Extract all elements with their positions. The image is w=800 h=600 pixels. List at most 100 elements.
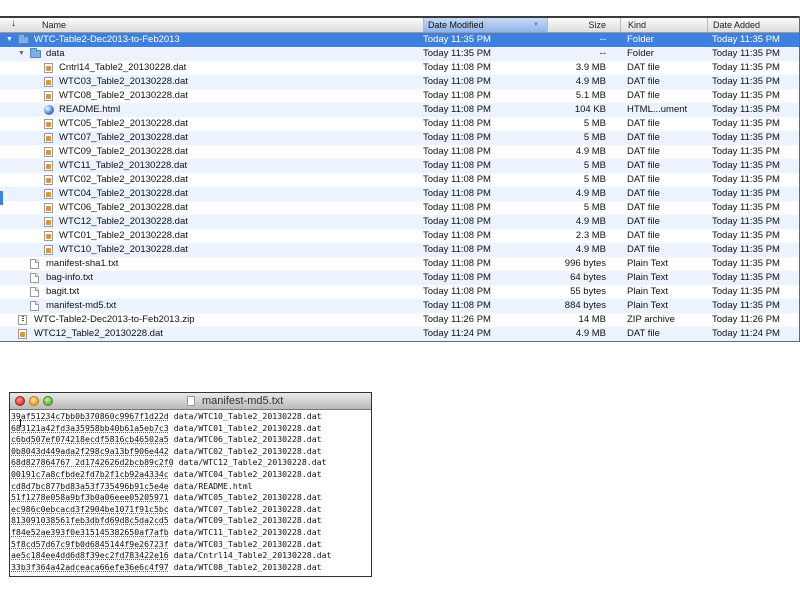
file-name: WTC10_Table2_20130228.dat	[59, 244, 188, 255]
file-row[interactable]: WTC01_Table2_20130228.dat Today 11:08 PM 2…	[0, 229, 800, 243]
close-window-button[interactable]	[15, 396, 25, 406]
file-path: data/WTC01_Table2_20130228.dat	[173, 422, 322, 433]
text-line: 0b8043d449ada2f298c9a13bf906e442 data/WT…	[11, 446, 371, 458]
file-kind: DAT file	[627, 118, 660, 129]
file-row[interactable]: WTC10_Table2_20130228.dat Today 11:08 PM 4…	[0, 243, 800, 257]
file-row[interactable]: bag-info.txt Today 11:08 PM 64 bytes Plain …	[0, 271, 800, 285]
file-row[interactable]: WTC11_Table2_20130228.dat Today 11:08 PM 5…	[0, 159, 800, 173]
column-header-name[interactable]: ↓ Name	[0, 18, 423, 32]
file-name: WTC-Table2-Dec2013-to-Feb2013.zip	[34, 314, 195, 325]
dat-file-icon	[44, 245, 53, 255]
dat-file-icon	[44, 147, 53, 157]
file-kind: DAT file	[627, 146, 660, 157]
file-name: data	[46, 48, 65, 59]
file-name: WTC01_Table2_20130228.dat	[59, 230, 188, 241]
file-kind: DAT file	[627, 90, 660, 101]
file-name: WTC-Table2-Dec2013-to-Feb2013	[34, 34, 180, 45]
file-row[interactable]: WTC06_Table2_20130228.dat Today 11:08 PM 5…	[0, 201, 800, 215]
text-file-icon	[30, 273, 39, 283]
file-kind: DAT file	[627, 160, 660, 171]
md5-hash: c6bd507ef074218ecdf5816cb46502a5	[11, 434, 169, 445]
file-size: --	[599, 34, 606, 45]
minimize-window-button[interactable]	[29, 396, 39, 406]
file-row[interactable]: WTC04_Table2_20130228.dat Today 11:08 PM 4…	[0, 187, 800, 201]
file-row[interactable]: WTC05_Table2_20130228.dat Today 11:08 PM 5…	[0, 117, 800, 131]
scroll-indicator[interactable]	[0, 191, 3, 205]
file-row[interactable]: WTC12_Table2_20130228.dat Today 11:24 PM 4…	[0, 327, 800, 341]
file-date-added: Today 11:35 PM	[712, 188, 780, 199]
column-header-kind-label: Kind	[628, 20, 647, 30]
column-header-date-modified[interactable]: Date Modified ▼	[423, 18, 547, 32]
file-row[interactable]: WTC12_Table2_20130228.dat Today 11:08 PM 4…	[0, 215, 800, 229]
file-date-added: Today 11:35 PM	[712, 230, 780, 241]
file-row[interactable]: WTC07_Table2_20130228.dat Today 11:08 PM 5…	[0, 131, 800, 145]
file-size: 4.9 MB	[575, 76, 606, 87]
file-date-added: Today 11:35 PM	[712, 34, 780, 45]
file-size: 5 MB	[583, 160, 606, 171]
finder-list-view: ↓ Name Date Modified ▼ Size Kind Date Ad…	[0, 16, 800, 342]
html-file-icon	[44, 105, 54, 115]
file-row[interactable]: ▼ data Today 11:35 PM -- Folder Today 11:35 P…	[0, 47, 800, 61]
dat-file-icon	[44, 91, 53, 101]
file-size: 4.9 MB	[575, 244, 606, 255]
arrow-cursor-icon: ↓	[11, 18, 16, 29]
file-name: WTC03_Table2_20130228.dat	[59, 76, 188, 87]
zoom-window-button[interactable]	[43, 396, 53, 406]
file-path: data/Cntrl14_Table2_20130228.dat	[173, 550, 332, 561]
dat-file-icon	[44, 133, 53, 143]
dat-file-icon	[44, 63, 53, 73]
file-kind: Plain Text	[627, 258, 669, 269]
md5-hash: 813091038561feb3dbfd69d8c5da2cd5	[11, 515, 169, 526]
file-name: Cntrl14_Table2_20130228.dat	[59, 62, 187, 73]
file-name: WTC08_Table2_20130228.dat	[59, 90, 188, 101]
file-name: WTC11_Table2_20130228.dat	[59, 160, 188, 171]
file-row[interactable]: manifest-md5.txt Today 11:08 PM 884 bytes P…	[0, 299, 800, 313]
md5-hash: 683121a42fd3a35958bb40b61a5eb7c3	[11, 422, 169, 433]
file-name: WTC02_Table2_20130228.dat	[59, 174, 188, 185]
column-header-size-label: Size	[588, 20, 606, 30]
file-date-added: Today 11:35 PM	[712, 258, 780, 269]
file-kind: Plain Text	[627, 272, 669, 283]
dat-file-icon	[44, 217, 53, 227]
file-row[interactable]: WTC-Table2-Dec2013-to-Feb2013.zip Today 1…	[0, 313, 800, 327]
text-line: 683121a42fd3a35958bb40b61a5eb7c3 data/WT…	[11, 423, 371, 435]
file-row[interactable]: Cntrl14_Table2_20130228.dat Today 11:08 P…	[0, 61, 800, 75]
file-path: data/WTC06_Table2_20130228.dat	[173, 434, 322, 445]
file-row[interactable]: WTC09_Table2_20130228.dat Today 11:08 PM 4…	[0, 145, 800, 159]
file-date-added: Today 11:26 PM	[712, 314, 780, 325]
column-header-date-modified-label: Date Modified	[428, 20, 484, 30]
file-row[interactable]: README.html Today 11:08 PM 104 KB HTML...um…	[0, 103, 800, 117]
file-row[interactable]: ▼ WTC-Table2-Dec2013-to-Feb2013 Today 11:3…	[0, 33, 800, 47]
file-size: --	[599, 48, 606, 59]
file-size: 5 MB	[583, 202, 606, 213]
md5-hash: 68d827864767 2d1742626d2bcb89c2f0	[11, 457, 174, 468]
file-row[interactable]: WTC03_Table2_20130228.dat Today 11:08 PM 4…	[0, 75, 800, 89]
disclosure-triangle-icon[interactable]: ▼	[18, 47, 25, 61]
file-name: bag-info.txt	[46, 272, 93, 283]
file-kind: DAT file	[627, 244, 660, 255]
column-header-size[interactable]: Size	[547, 18, 620, 32]
file-row[interactable]: WTC02_Table2_20130228.dat Today 11:08 PM 5…	[0, 173, 800, 187]
file-size: 996 bytes	[564, 258, 606, 269]
file-row[interactable]: bagit.txt Today 11:08 PM 55 bytes Plain Tex…	[0, 285, 800, 299]
md5-hash: 51f1278e058a9bf3b0a06eee05205971	[11, 492, 169, 503]
file-path: data/WTC03_Table2_20130228.dat	[173, 538, 322, 549]
dat-file-icon	[44, 161, 53, 171]
text-line: 68d827864767 2d1742626d2bcb89c2f0 data/W…	[11, 457, 371, 469]
column-header-date-added[interactable]: Date Added	[707, 18, 800, 32]
file-kind: ZIP archive	[627, 314, 675, 325]
document-icon	[187, 396, 195, 406]
file-name: WTC04_Table2_20130228.dat	[59, 188, 188, 199]
file-row[interactable]: WTC08_Table2_20130228.dat Today 11:08 PM 5…	[0, 89, 800, 103]
disclosure-triangle-icon[interactable]: ▼	[6, 33, 13, 47]
md5-hash: 33b3f364a42adceaca66efe36e6c4f97	[11, 561, 169, 572]
text-content-area[interactable]: 39af51234c7bb0b370860c9967f1d22d data/WT…	[11, 411, 371, 576]
column-header-kind[interactable]: Kind	[620, 18, 707, 32]
window-titlebar[interactable]: manifest-md5.txt	[10, 393, 371, 410]
sort-descending-icon: ▼	[533, 22, 539, 28]
file-size: 3.9 MB	[575, 62, 606, 73]
text-file-icon	[30, 287, 39, 297]
file-name: WTC09_Table2_20130228.dat	[59, 146, 188, 157]
file-row[interactable]: manifest-sha1.txt Today 11:08 PM 996 bytes…	[0, 257, 800, 271]
file-size: 4.9 MB	[575, 146, 606, 157]
